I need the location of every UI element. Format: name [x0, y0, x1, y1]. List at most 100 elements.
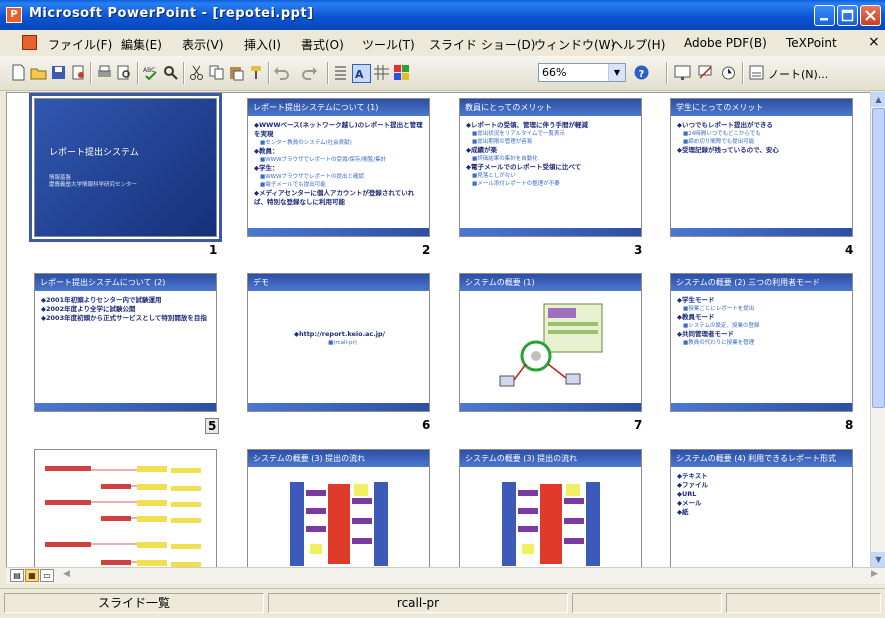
slide-bullet: ■教員の代わりに授業を管理	[683, 340, 755, 346]
spelling-icon[interactable]: ABC	[142, 64, 159, 81]
slide-sorter-view-icon[interactable]: ▦	[25, 569, 39, 582]
slide-bullet: ◆レポートの受領、管理に伴う手間が軽減	[466, 121, 588, 129]
menu-help[interactable]: ヘルプ(H)	[611, 36, 665, 53]
new-document-icon[interactable]	[10, 64, 27, 81]
scroll-down-icon[interactable]: ▼	[871, 552, 885, 567]
slide-preview[interactable]: システムの概要 (3) 提出の流れ	[459, 449, 642, 568]
view-bar: ▤ ▦ ▭ ◀ ▶	[6, 567, 885, 584]
scroll-up-icon[interactable]: ▲	[871, 92, 885, 107]
slide-thumbnail[interactable]: システムの概要 (4) 利用できるレポート形式 ◆テキスト ◆ファイル ◆URL ◆メー…	[670, 449, 853, 568]
help-icon[interactable]: ?	[633, 64, 650, 81]
slide-preview[interactable]: 学生にとってのメリット ◆いつでもレポート提出ができる ■24時間いつでもどこからで…	[670, 98, 853, 237]
cut-icon[interactable]	[188, 64, 205, 81]
slide-thumbnail[interactable]	[34, 449, 217, 568]
slide-preview[interactable]: システムの概要 (3) 提出の流れ	[247, 449, 430, 568]
title-bar[interactable]: P Microsoft PowerPoint - [repotei.ppt]	[0, 0, 885, 30]
slide-preview[interactable]: システムの概要 (1)	[459, 273, 642, 412]
menu-close-icon[interactable]: ×	[868, 34, 880, 50]
slide-title: 教員にとってのメリット	[460, 99, 641, 116]
slide-preview[interactable]	[34, 449, 217, 568]
format-painter-icon[interactable]	[248, 64, 265, 81]
vertical-scrollbar[interactable]: ▲ ▼	[870, 92, 885, 567]
slide-title: システムの概要 (4) 利用できるレポート形式	[671, 450, 852, 467]
menu-insert[interactable]: 挿入(I)	[244, 36, 281, 53]
slide-title: システムの概要 (2) 三つの利用者モード	[671, 274, 852, 291]
slide-diagram	[496, 478, 606, 568]
expand-all-icon[interactable]	[332, 64, 349, 81]
menu-slideshow[interactable]: スライド ショー(D)	[429, 36, 535, 53]
slide-preview[interactable]: システムの概要 (2) 三つの利用者モード ◆学生モード ■授業ごとにレポートを提出…	[670, 273, 853, 412]
slide-preview[interactable]: レポート提出システムについて (2) ◆2001年初頭よりセンター内で試験運用 ◆2…	[34, 273, 217, 412]
slide-thumbnail[interactable]: レポート提出システムについて (2) ◆2001年初頭よりセンター内で試験運用 ◆2…	[34, 273, 217, 412]
show-formatting-icon[interactable]: A	[352, 64, 371, 83]
slide-sorter-pane[interactable]: レポート提出システム 情報基盤 慶應義塾大学情報科学研究センター 1 レポート提出システ…	[6, 92, 872, 569]
menu-adobe-pdf[interactable]: Adobe PDF(B)	[684, 36, 767, 50]
print-preview-icon[interactable]	[116, 64, 133, 81]
slide-thumbnail[interactable]: システムの概要 (2) 三つの利用者モード ◆学生モード ■授業ごとにレポートを提出…	[670, 273, 853, 412]
chevron-down-icon[interactable]: ▼	[608, 64, 625, 81]
show-grid-icon[interactable]	[373, 64, 390, 81]
zoom-select[interactable]: 66% ▼	[538, 63, 626, 82]
research-icon[interactable]	[162, 64, 179, 81]
slide-thumbnail[interactable]: システムの概要 (3) 提出の流れ	[459, 449, 642, 568]
normal-view-icon[interactable]: ▤	[10, 569, 24, 582]
powerpoint-icon[interactable]: P	[6, 7, 22, 23]
slide-bullet: ◆受理記録が残っているので、安心	[677, 146, 779, 154]
slide-bullet: ■24時間いつでもどこからでも	[683, 131, 761, 137]
minimize-button[interactable]	[814, 5, 835, 26]
slide-thumbnail[interactable]: システムの概要 (1)	[459, 273, 642, 412]
slide-thumbnail[interactable]: 教員にとってのメリット ◆レポートの受領、管理に伴う手間が軽減 ■提出状況をリアルタ…	[459, 98, 642, 237]
menu-format[interactable]: 書式(O)	[301, 36, 344, 53]
slide-body: ◆WWWベース(ネットワーク越し)のレポート提出と管理を実現 ■センター教員のシス…	[254, 121, 425, 207]
notes-icon[interactable]	[748, 64, 765, 81]
status-bar: スライド一覧 rcall-pr	[0, 588, 885, 618]
slide-show-icon[interactable]	[674, 64, 691, 81]
slide-bullet: ◆電子メールでのレポート受領に比べて	[466, 163, 582, 171]
slide-preview[interactable]: レポート提出システムについて (1) ◆WWWベース(ネットワーク越し)のレポート…	[247, 98, 430, 237]
slide-bullet: ◆教員：	[254, 147, 279, 155]
slide-thumbnail[interactable]: レポート提出システム 情報基盤 慶應義塾大学情報科学研究センター	[29, 93, 222, 242]
save-icon[interactable]	[50, 64, 67, 81]
status-view: スライド一覧	[4, 593, 264, 613]
notes-button[interactable]: ノート(N)...	[768, 66, 828, 82]
scrollbar-thumb[interactable]	[872, 108, 885, 408]
hide-slide-icon[interactable]	[697, 64, 714, 81]
open-folder-icon[interactable]	[30, 64, 47, 81]
slide-bullet: ■見落としがない	[472, 173, 516, 179]
menu-view[interactable]: 表示(V)	[182, 36, 224, 53]
scroll-right-icon[interactable]: ▶	[868, 569, 881, 582]
undo-icon[interactable]	[273, 64, 290, 81]
slide-flowchart	[41, 456, 211, 568]
permission-icon[interactable]	[70, 64, 87, 81]
slide-number: 3	[634, 243, 643, 257]
menu-file[interactable]: ファイル(F)	[48, 36, 112, 53]
zoom-value: 66%	[542, 66, 567, 79]
slide-bullet: ◆学生：	[254, 164, 279, 172]
slide-bullet: ◆WWWベース(ネットワーク越し)のレポート提出と管理を実現	[254, 121, 423, 138]
menu-texpoint[interactable]: TeXPoint	[786, 36, 837, 50]
slide-preview[interactable]: システムの概要 (4) 利用できるレポート形式 ◆テキスト ◆ファイル ◆URL ◆メー…	[670, 449, 853, 568]
redo-icon[interactable]	[301, 64, 318, 81]
maximize-button[interactable]	[837, 5, 858, 26]
slide-footer-band	[671, 228, 852, 236]
slide-preview[interactable]: 教員にとってのメリット ◆レポートの受領、管理に伴う手間が軽減 ■提出状況をリアルタ…	[459, 98, 642, 237]
document-icon[interactable]	[22, 35, 37, 50]
slide-thumbnail[interactable]: システムの概要 (3) 提出の流れ	[247, 449, 430, 568]
slide-show-view-icon[interactable]: ▭	[40, 569, 54, 582]
menu-tools[interactable]: ツール(T)	[362, 36, 415, 53]
slide-thumbnail[interactable]: レポート提出システムについて (1) ◆WWWベース(ネットワーク越し)のレポート…	[247, 98, 430, 237]
slide-thumbnail[interactable]: 学生にとってのメリット ◆いつでもレポート提出ができる ■24時間いつでもどこからで…	[670, 98, 853, 237]
slide-preview[interactable]: デモ ◆http://report.keio.ac.jp/ ■(rcall-pr)	[247, 273, 430, 412]
slide-preview[interactable]: レポート提出システム 情報基盤 慶應義塾大学情報科学研究センター	[29, 93, 222, 242]
scroll-left-icon[interactable]: ◀	[60, 569, 73, 582]
paste-icon[interactable]	[228, 64, 245, 81]
rehearse-timings-icon[interactable]	[720, 64, 737, 81]
menu-window[interactable]: ウィンドウ(W)	[534, 36, 615, 53]
print-icon[interactable]	[96, 64, 113, 81]
slide-number: 5	[205, 418, 220, 434]
slide-thumbnail[interactable]: デモ ◆http://report.keio.ac.jp/ ■(rcall-pr)	[247, 273, 430, 412]
copy-icon[interactable]	[208, 64, 225, 81]
menu-edit[interactable]: 編集(E)	[121, 36, 162, 53]
close-button[interactable]	[860, 5, 881, 26]
color-grayscale-icon[interactable]	[393, 64, 410, 81]
